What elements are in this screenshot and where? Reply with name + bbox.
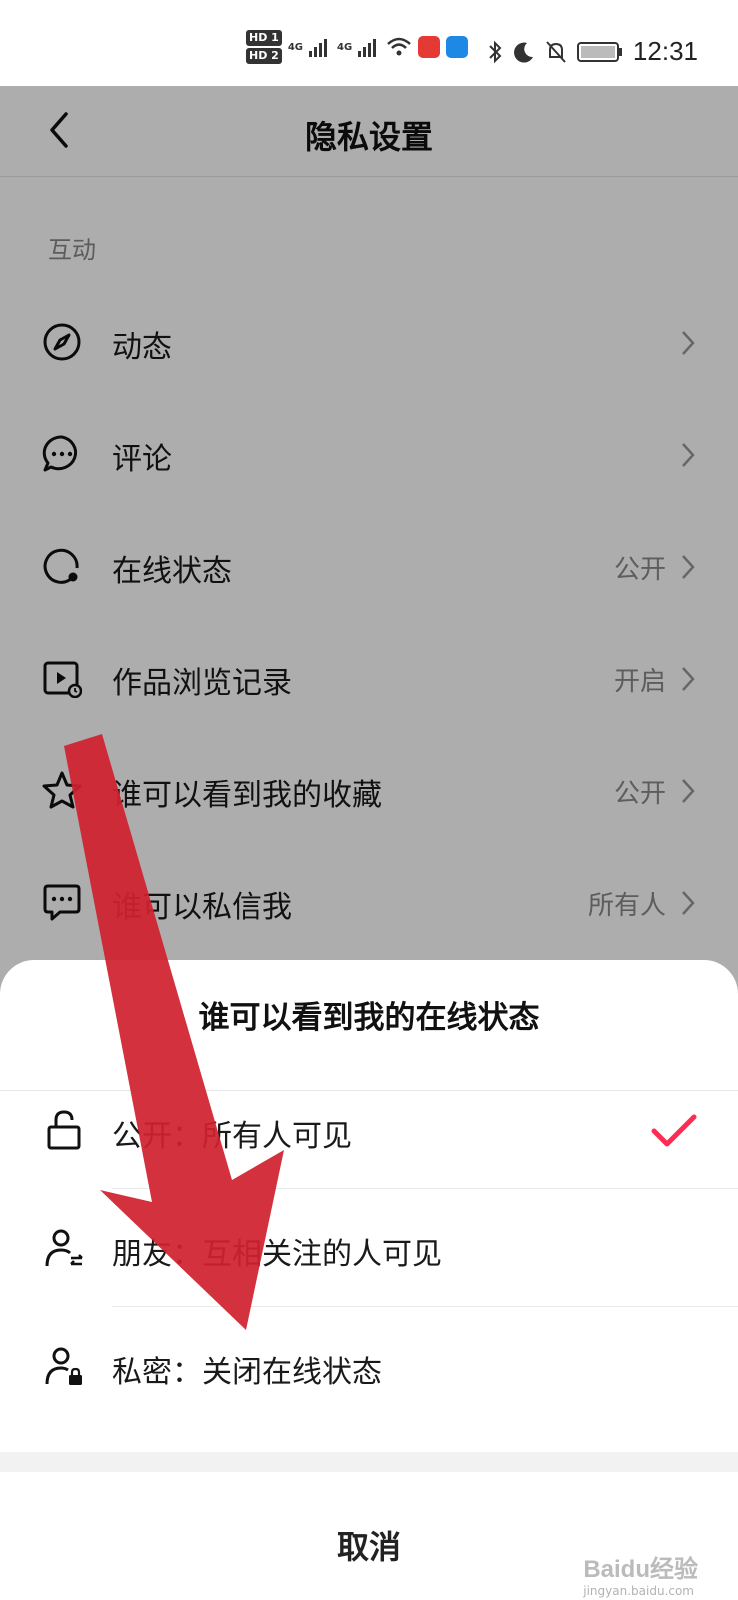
bluetooth-icon: [489, 40, 502, 63]
option-label: 公开：所有人可见: [112, 1119, 352, 1154]
signal-icon-2: [358, 39, 377, 57]
sheet-spacer: [0, 1452, 738, 1472]
sim-indicator: HD 1 HD 2: [246, 30, 282, 64]
option-public[interactable]: 公开：所有人可见: [0, 1071, 738, 1189]
online-status-bottom-sheet: 谁可以看到我的在线状态 公开：所有人可见 朋友：互相关注的人可见 私密：关闭在线…: [0, 960, 738, 1600]
option-label: 朋友：互相关注的人可见: [112, 1237, 442, 1272]
watermark-site: jingyan.baidu.com: [583, 1584, 694, 1598]
status-bar: HD 1 HD 2 4G 4G 12:31: [0, 0, 738, 86]
unlock-icon: [47, 1110, 81, 1150]
checkmark-icon: [651, 1114, 697, 1147]
option-label: 私密：关闭在线状态: [112, 1355, 382, 1390]
sim1-label: HD 1: [246, 30, 282, 46]
option-friends[interactable]: 朋友：互相关注的人可见: [0, 1189, 738, 1307]
user-lock-icon: [45, 1347, 82, 1385]
mutual-friends-icon: [45, 1229, 83, 1267]
mute-bell-icon: [546, 40, 566, 63]
network-type-1: 4G: [287, 41, 303, 53]
signal-icon: [309, 39, 327, 57]
do-not-disturb-moon-icon: [513, 42, 533, 63]
wifi-icon: [387, 37, 412, 56]
watermark-brand: Baidu经验: [583, 1556, 698, 1583]
clock: 12:31: [632, 36, 698, 66]
app-notification-icon: [418, 36, 441, 58]
sheet-title: 谁可以看到我的在线状态: [198, 1000, 540, 1036]
network-type-2: 4G: [337, 41, 353, 53]
weather-app-icon: [446, 36, 469, 58]
battery-icon: [576, 41, 622, 62]
option-private[interactable]: 私密：关闭在线状态: [0, 1307, 738, 1425]
sim2-label: HD 2: [246, 48, 282, 64]
